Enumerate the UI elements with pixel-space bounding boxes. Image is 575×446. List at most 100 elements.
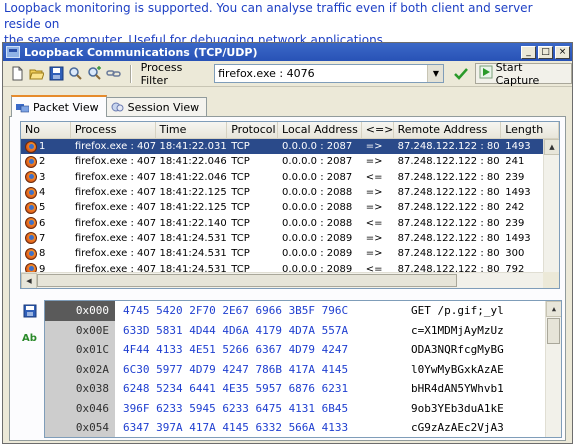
cell-no: 7: [39, 232, 46, 244]
cell-no: 3: [39, 171, 46, 183]
green-check-icon[interactable]: [450, 64, 471, 84]
hex-bytes[interactable]: 6248 5234 6441 4E35 5957 6876 6231: [115, 382, 405, 395]
table-row[interactable]: 7 firefox.exe : 4076 18:41:24.531 TCP 0.…: [21, 231, 559, 246]
table-row[interactable]: 2 firefox.exe : 4076 18:41:22.046 TCP 0.…: [21, 154, 559, 169]
cell-direction: =>: [365, 248, 383, 260]
hex-dump-view[interactable]: 0x000 4745 5420 2F70 2E67 6966 3B5F 796C…: [44, 300, 562, 438]
cell-local-address: 0.0.0.0 : 2088: [282, 202, 353, 214]
find-next-icon[interactable]: [86, 65, 103, 83]
table-row[interactable]: 4 firefox.exe : 4076 18:41:22.125 TCP 0.…: [21, 185, 559, 200]
tab-packet-view[interactable]: Packet View: [11, 95, 107, 117]
firefox-icon: [25, 217, 37, 230]
start-capture-label: Start Capture: [495, 60, 540, 87]
column-header-protocol[interactable]: Protocol: [227, 122, 279, 138]
hex-ascii[interactable]: bHR4dAN5YWhvb1: [405, 382, 545, 395]
cell-local-address: 0.0.0.0 : 2087: [282, 156, 353, 168]
title-bar[interactable]: Loopback Communications (TCP/UDP) _ □ ×: [3, 43, 572, 61]
hex-ascii[interactable]: ODA3NQRfcgMyBG: [405, 343, 545, 356]
column-header-length[interactable]: Length: [501, 122, 559, 138]
scroll-up-icon[interactable]: ▲: [546, 301, 561, 317]
maximize-button[interactable]: □: [538, 45, 553, 59]
hex-vertical-scrollbar[interactable]: ▲: [545, 301, 561, 437]
packet-table-header: No Process Time Protocol Local Address <…: [21, 122, 559, 139]
hex-bytes[interactable]: 4F44 4133 4E51 5266 6367 4D79 4247: [115, 343, 405, 356]
cell-remote-address: 87.248.122.122 : 80: [397, 248, 500, 260]
hex-row: 0x01C 4F44 4133 4E51 5266 6367 4D79 4247…: [45, 340, 561, 360]
hex-row: 0x038 6248 5234 6441 4E35 5957 6876 6231…: [45, 379, 561, 399]
cell-direction: <=: [365, 171, 383, 183]
process-filter-input[interactable]: [215, 65, 428, 82]
ab-text-icon[interactable]: Ab: [22, 329, 38, 345]
app-icon: [6, 46, 20, 58]
cell-direction: =>: [365, 202, 383, 214]
start-capture-button[interactable]: Start Capture: [474, 60, 572, 87]
table-row[interactable]: 1 firefox.exe : 4076 18:41:22.031 TCP 0.…: [21, 139, 559, 155]
hex-ascii[interactable]: cG9zAzAEc2VjA3: [405, 421, 545, 434]
packet-table: No Process Time Protocol Local Address <…: [20, 121, 560, 289]
cell-direction: =>: [365, 232, 383, 244]
scroll-left-icon[interactable]: ◀: [21, 273, 37, 288]
hex-bytes[interactable]: 396F 6233 5945 6233 6475 4131 6B45: [115, 402, 405, 415]
cell-protocol: TCP: [231, 141, 250, 153]
table-row[interactable]: 5 firefox.exe : 4076 18:41:22.125 TCP 0.…: [21, 200, 559, 215]
play-icon: [479, 65, 493, 82]
column-header-time[interactable]: Time: [155, 122, 228, 138]
scroll-up-icon[interactable]: ▲: [544, 139, 559, 155]
cell-remote-address: 87.248.122.122 : 80: [397, 202, 500, 214]
table-row[interactable]: 6 firefox.exe : 4076 18:41:22.140 TCP 0.…: [21, 215, 559, 230]
hex-bytes[interactable]: 6C30 5977 4D79 4247 786B 417A 4145: [115, 363, 405, 376]
packet-table-body: 1 firefox.exe : 4076 18:41:22.031 TCP 0.…: [21, 139, 559, 277]
save-disk-icon[interactable]: [48, 65, 65, 83]
cell-remote-address: 87.248.122.122 : 80: [397, 217, 500, 229]
svg-text:Ab: Ab: [22, 333, 37, 344]
horizontal-scroll-thumb[interactable]: [37, 274, 457, 287]
open-folder-icon[interactable]: [28, 65, 45, 83]
cell-time: 18:41:22.125: [159, 187, 227, 199]
cell-local-address: 0.0.0.0 : 2089: [282, 248, 353, 260]
column-header-remote-address[interactable]: Remote Address: [393, 122, 502, 138]
hex-row: 0x054 6347 397A 417A 4145 6332 566A 4133…: [45, 418, 561, 437]
hex-bytes[interactable]: 6347 397A 417A 4145 6332 566A 4133: [115, 421, 405, 434]
cell-remote-address: 87.248.122.122 : 80: [397, 156, 500, 168]
hex-ascii[interactable]: 9ob3YEb3duA1kE: [405, 402, 545, 415]
hex-ascii[interactable]: l0YwMyBGxkAzAE: [405, 363, 545, 376]
link-icon[interactable]: [105, 65, 122, 83]
hex-offset: 0x000: [45, 301, 115, 321]
column-header-direction[interactable]: <=>: [361, 122, 394, 138]
new-document-icon[interactable]: [9, 65, 26, 83]
cell-time: 18:41:22.031: [159, 141, 227, 153]
hex-bytes[interactable]: 4745 5420 2F70 2E67 6966 3B5F 796C: [115, 304, 405, 317]
column-header-local-address[interactable]: Local Address: [278, 122, 362, 138]
hex-row: 0x000 4745 5420 2F70 2E67 6966 3B5F 796C…: [45, 301, 561, 321]
save-disk-icon[interactable]: [22, 303, 38, 319]
column-header-no[interactable]: No: [21, 122, 71, 138]
tab-session-view-label: Session View: [127, 101, 200, 114]
packet-table-horizontal-scrollbar[interactable]: ◀: [21, 272, 543, 288]
packet-table-vertical-scrollbar[interactable]: ▲: [543, 139, 559, 272]
hex-offset: 0x038: [45, 379, 115, 399]
find-icon[interactable]: [67, 65, 84, 83]
cell-time: 18:41:24.531: [159, 248, 227, 260]
hex-offset: 0x01C: [45, 340, 115, 360]
chevron-down-icon[interactable]: ▼: [427, 65, 444, 82]
vertical-scroll-thumb[interactable]: [547, 318, 560, 344]
table-row[interactable]: 3 firefox.exe : 4076 18:41:22.046 TCP 0.…: [21, 170, 559, 185]
hex-ascii[interactable]: c=X1MDMjAyMzUz: [405, 324, 545, 337]
table-row[interactable]: 8 firefox.exe : 4076 18:41:24.531 TCP 0.…: [21, 246, 559, 261]
packet-view-icon: [16, 103, 29, 112]
column-header-process[interactable]: Process: [70, 122, 156, 138]
minimize-button[interactable]: _: [521, 45, 536, 59]
hex-bytes[interactable]: 633D 5831 4D44 4D6A 4179 4D7A 557A: [115, 324, 405, 337]
process-filter-combobox[interactable]: ▼: [214, 64, 445, 83]
view-tabs: Packet View Session View: [11, 95, 208, 117]
packet-view-panel: No Process Time Protocol Local Address <…: [9, 116, 566, 441]
cell-no: 2: [39, 156, 46, 168]
scrollbar-corner: [543, 272, 559, 288]
cell-time: 18:41:24.531: [159, 232, 227, 244]
cell-no: 5: [39, 202, 46, 214]
tab-session-view[interactable]: Session View: [105, 97, 208, 117]
hex-ascii[interactable]: GET /p.gif;_yl: [405, 304, 545, 317]
cell-time: 18:41:22.046: [159, 171, 227, 183]
session-view-icon: [111, 102, 124, 112]
close-button[interactable]: ×: [555, 45, 570, 59]
